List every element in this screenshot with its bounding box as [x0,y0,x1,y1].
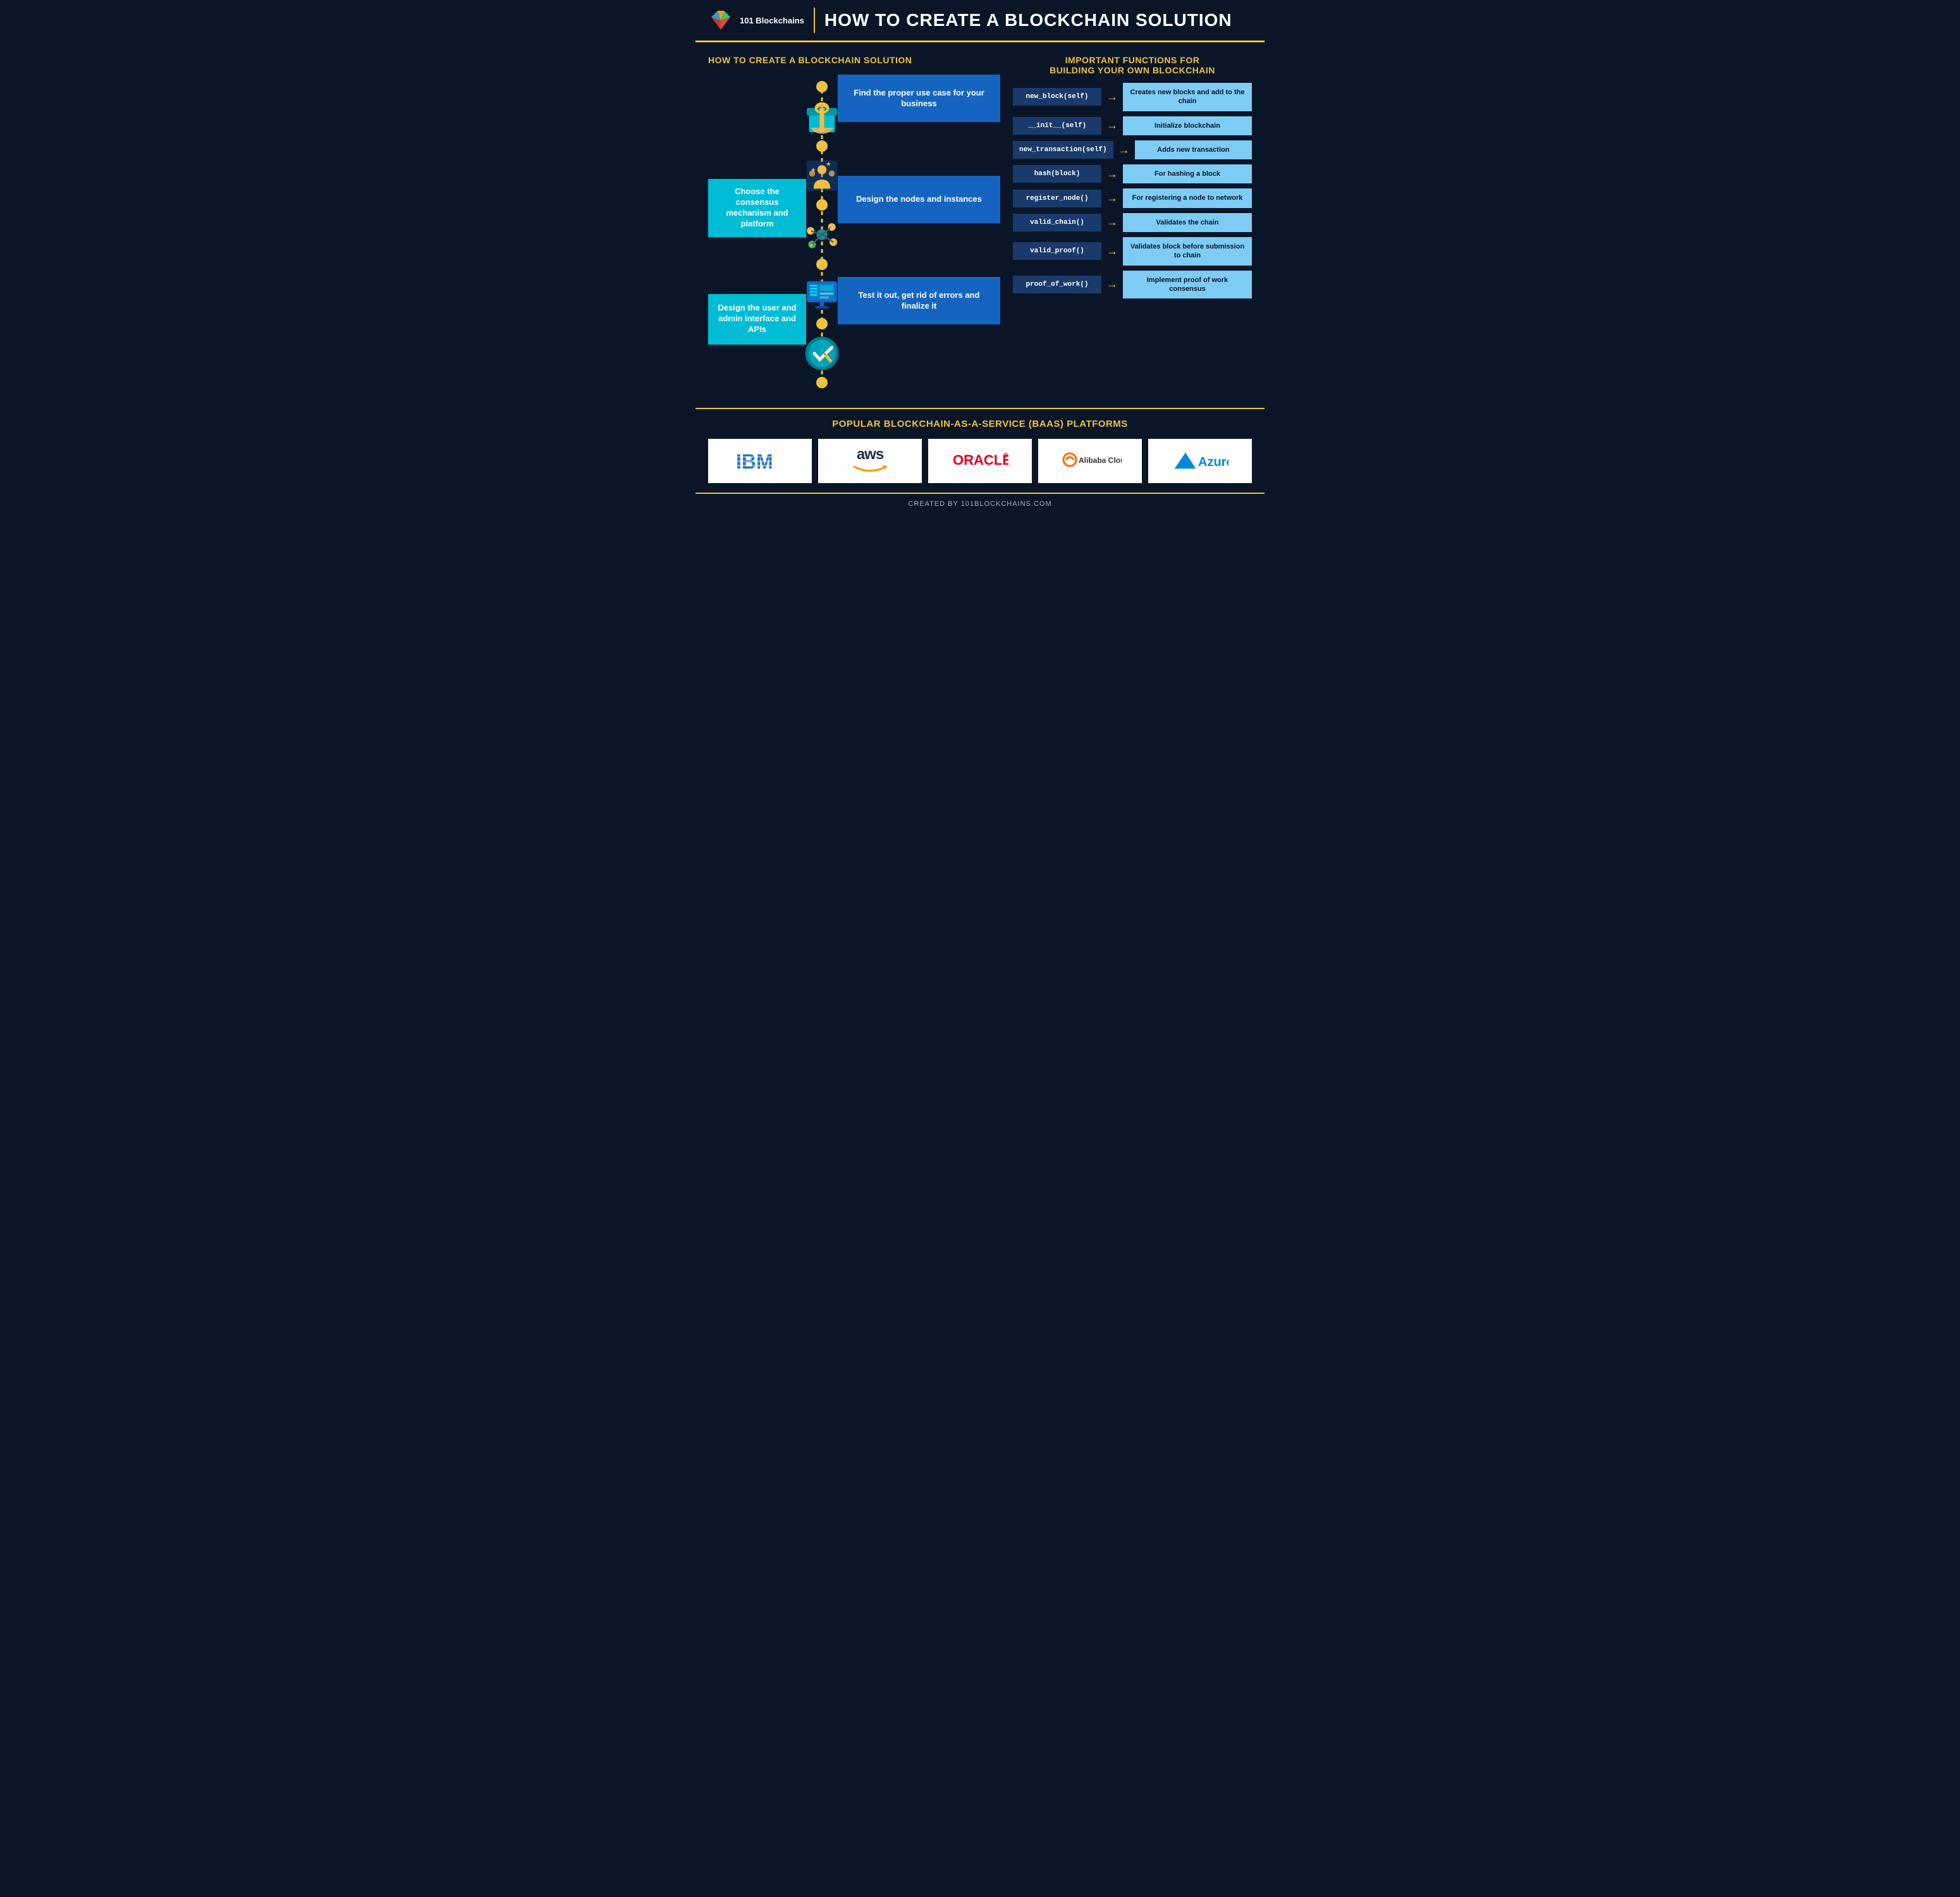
func-name-6: valid_proof() [1013,242,1101,260]
svg-text:✓: ✓ [810,242,814,248]
dot-6 [816,377,828,388]
azure-logo-box: Azure [1148,439,1252,483]
function-row-4: register_node() → For registering a node… [1013,188,1252,207]
baas-title: POPULAR BLOCKCHAIN-AS-A-SERVICE (BAAS) P… [708,419,1252,429]
network-icon: ✓ ✓ ✓ [803,216,841,254]
dot-5 [816,318,828,329]
svg-text:✓: ✓ [808,229,812,235]
svg-text:Alibaba Cloud: Alibaba Cloud [1079,456,1122,465]
teal-box-ui: Design the user and admin interface and … [708,294,806,345]
func-desc-1: Initialize blockchain [1123,116,1252,135]
aws-smile [851,464,889,476]
func-desc-4: For registering a node to network [1123,188,1252,207]
arrow-3: → [1106,168,1118,181]
func-desc-7: Implement proof of work consensus [1123,271,1252,299]
svg-text:★: ★ [826,161,831,168]
test-icon [803,335,841,372]
footer-text: CREATED BY 101BLOCKCHAINS.COM [908,500,1051,508]
blue-box-test: Test it out, get rid of errors and final… [838,277,1000,324]
workflow-right-boxes: Find the proper use case for your busine… [838,75,1000,395]
functions-list: new_block(self) → Creates new blocks and… [1013,83,1252,298]
arrow-5: → [1106,216,1118,229]
screen-icon [803,275,841,313]
blue-box-nodes: Design the nodes and instances [838,176,1000,223]
main-content: HOW TO CREATE A BLOCKCHAIN SOLUTION Choo… [695,42,1265,408]
function-row-7: proof_of_work() → Implement proof of wor… [1013,271,1252,299]
gift-icon [803,97,841,135]
header: 101 Blockchains HOW TO CREATE A BLOCKCHA… [695,0,1265,42]
func-desc-2: Adds new transaction [1135,140,1252,159]
func-desc-5: Validates the chain [1123,213,1252,232]
dot-4 [816,259,828,270]
left-section-title: HOW TO CREATE A BLOCKCHAIN SOLUTION [708,55,1000,65]
svg-text:Azure: Azure [1198,455,1228,469]
aws-text: aws [851,446,889,464]
dot-3 [816,199,828,211]
workflow-left-boxes: Choose the consensus mechanism and platf… [708,75,806,395]
logo-area: 101 Blockchains [708,8,815,33]
function-row-3: hash(block) → For hashing a block [1013,164,1252,183]
func-desc-3: For hashing a block [1123,164,1252,183]
right-section: IMPORTANT FUNCTIONS FOR BUILDING YOUR OW… [1013,55,1252,395]
function-row-1: __init__(self) → Initialize blockchain [1013,116,1252,135]
arrow-2: → [1118,144,1130,157]
arrow-6: → [1106,245,1118,258]
dot-2 [816,140,828,152]
func-name-3: hash(block) [1013,165,1101,183]
users-icon: ★ ★ [803,157,841,195]
aws-logo: aws [851,446,889,476]
alibaba-logo-box: Alibaba Cloud [1038,439,1142,483]
func-name-2: new_transaction(self) [1013,141,1113,159]
azure-logo: Azure [1172,450,1228,472]
ibm-logo-box: IBM [708,439,812,483]
arrow-7: → [1106,278,1118,291]
function-row-6: valid_proof() → Validates block before s… [1013,237,1252,266]
arrow-0: → [1106,90,1118,104]
function-row-5: valid_chain() → Validates the chain [1013,213,1252,232]
arrow-4: → [1106,192,1118,205]
func-name-7: proof_of_work() [1013,276,1101,293]
main-title: HOW TO CREATE A BLOCKCHAIN SOLUTION [824,10,1232,30]
logo-text: 101 Blockchains [740,16,804,25]
workflow-center: ★ ★ [806,75,838,395]
func-name-5: valid_chain() [1013,214,1101,231]
function-row-2: new_transaction(self) → Adds new transac… [1013,140,1252,159]
ibm-logo: IBM [735,448,785,474]
logo-icon [708,8,733,33]
func-desc-6: Validates block before submission to cha… [1123,237,1252,266]
dot-1 [816,81,828,92]
func-name-0: new_block(self) [1013,88,1101,106]
oracle-logo: ORACLE ® [952,450,1008,472]
func-name-1: __init__(self) [1013,117,1101,135]
func-desc-0: Creates new blocks and add to the chain [1123,83,1252,111]
baas-logos: IBM aws ORA [708,439,1252,483]
arrow-1: → [1106,119,1118,132]
footer: CREATED BY 101BLOCKCHAINS.COM [695,493,1265,514]
svg-text:ORACLE: ORACLE [953,452,1008,468]
oracle-logo-box: ORACLE ® [928,439,1032,483]
alibaba-logo: Alibaba Cloud [1058,448,1122,474]
function-row-0: new_block(self) → Creates new blocks and… [1013,83,1252,111]
svg-text:®: ® [1003,452,1008,459]
blue-box-usecase: Find the proper use case for your busine… [838,75,1000,122]
func-name-4: register_node() [1013,190,1101,207]
svg-text:✓: ✓ [830,225,833,231]
center-items: ★ ★ [803,75,841,395]
workflow: Choose the consensus mechanism and platf… [708,75,1000,395]
aws-logo-box: aws [818,439,922,483]
teal-box-consensus: Choose the consensus mechanism and platf… [708,179,806,237]
left-section: HOW TO CREATE A BLOCKCHAIN SOLUTION Choo… [708,55,1000,395]
baas-section: POPULAR BLOCKCHAIN-AS-A-SERVICE (BAAS) P… [695,408,1265,493]
right-section-title: IMPORTANT FUNCTIONS FOR BUILDING YOUR OW… [1013,55,1252,75]
